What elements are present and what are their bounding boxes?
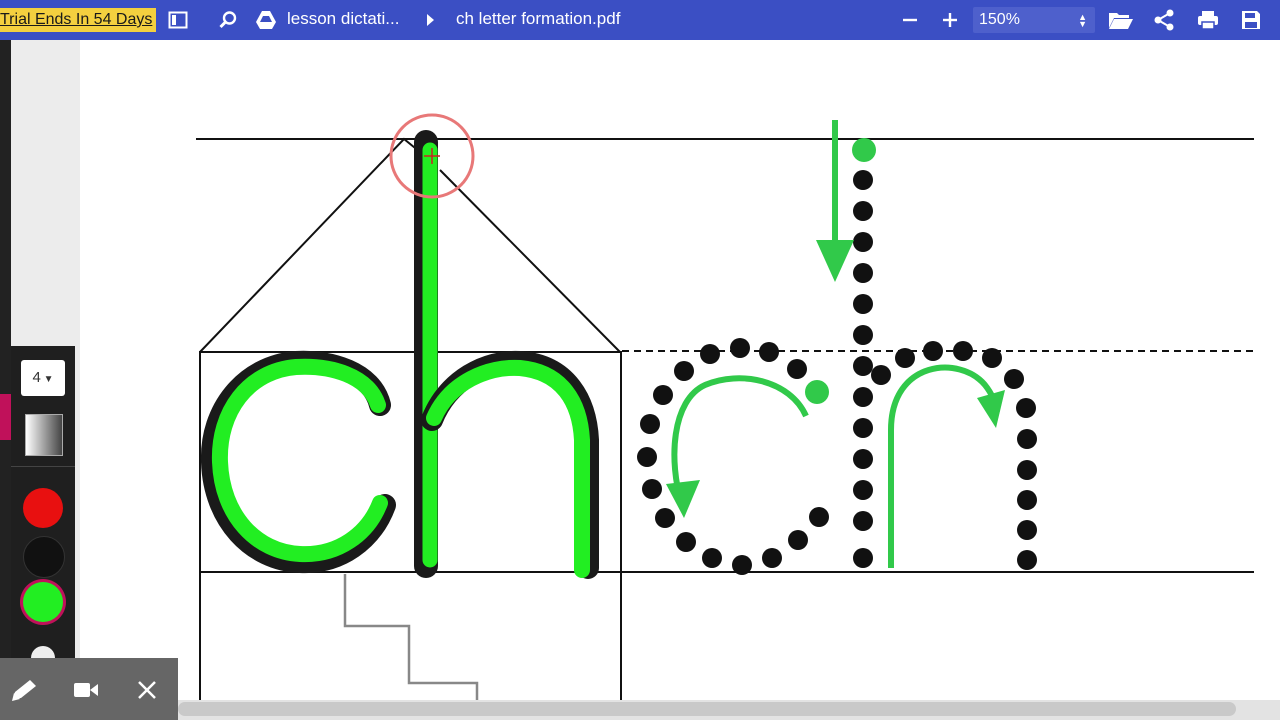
letter-c-highlight: [211, 358, 388, 563]
dotted-h-hump-arrowhead: [977, 390, 1005, 428]
trial-banner[interactable]: Trial Ends In 54 Days: [0, 8, 157, 32]
zoom-select[interactable]: 150% ▲ ▼: [973, 7, 1095, 33]
file-name: ch letter formation.pdf: [456, 9, 621, 28]
sidebar-toggle-icon[interactable]: [166, 8, 190, 32]
dotted-h-start-dot: [852, 138, 876, 162]
print-icon[interactable]: [1196, 8, 1220, 32]
top-toolbar: Trial Ends In 54 Days lesson dictati... …: [0, 0, 1280, 40]
chevron-down-icon: ▼: [40, 374, 54, 385]
document-canvas[interactable]: [0, 40, 1280, 700]
folder-open-icon[interactable]: [1107, 8, 1135, 32]
horizontal-scrollbar-thumb[interactable]: [178, 702, 1236, 716]
color-swatch-black[interactable]: [23, 536, 65, 578]
steps-diagram: [343, 574, 479, 700]
dotted-letter-c: [637, 338, 829, 575]
chevron-right-icon: [418, 8, 442, 32]
search-icon[interactable]: [216, 8, 240, 32]
plus-icon[interactable]: [938, 8, 962, 32]
video-camera-icon[interactable]: [66, 670, 106, 710]
color-swatch-red[interactable]: [23, 488, 63, 528]
active-tool-indicator: [0, 394, 11, 440]
page-right-edge: [1254, 40, 1280, 700]
updown-icon: ▲ ▼: [1078, 12, 1087, 29]
bottom-tool-bar: [0, 658, 178, 720]
letter-h-hump-highlight: [426, 359, 590, 578]
pen-tool-panel: 4 ▼: [11, 346, 75, 676]
house-diagram: [199, 137, 622, 700]
dotted-letter-h-stem: [853, 170, 873, 568]
google-drive-icon: [254, 8, 278, 32]
dotted-letter-h-hump: [871, 341, 1037, 570]
minus-icon[interactable]: [898, 8, 922, 32]
opacity-gradient-swatch[interactable]: [25, 414, 63, 456]
pen-size-value: 4: [32, 369, 41, 386]
color-swatch-green[interactable]: [23, 582, 63, 622]
zoom-value: 150%: [979, 11, 1020, 28]
save-icon[interactable]: [1239, 8, 1263, 32]
close-icon[interactable]: [127, 670, 167, 710]
breadcrumb-folder[interactable]: lesson dictati...: [287, 8, 399, 32]
dotted-c-start-dot: [805, 380, 829, 404]
dotted-h-down-arrowhead: [816, 240, 854, 282]
panel-divider: [11, 466, 75, 467]
pen-size-select[interactable]: 4 ▼: [21, 360, 65, 396]
share-icon[interactable]: [1152, 8, 1176, 32]
pen-icon[interactable]: [4, 670, 44, 710]
